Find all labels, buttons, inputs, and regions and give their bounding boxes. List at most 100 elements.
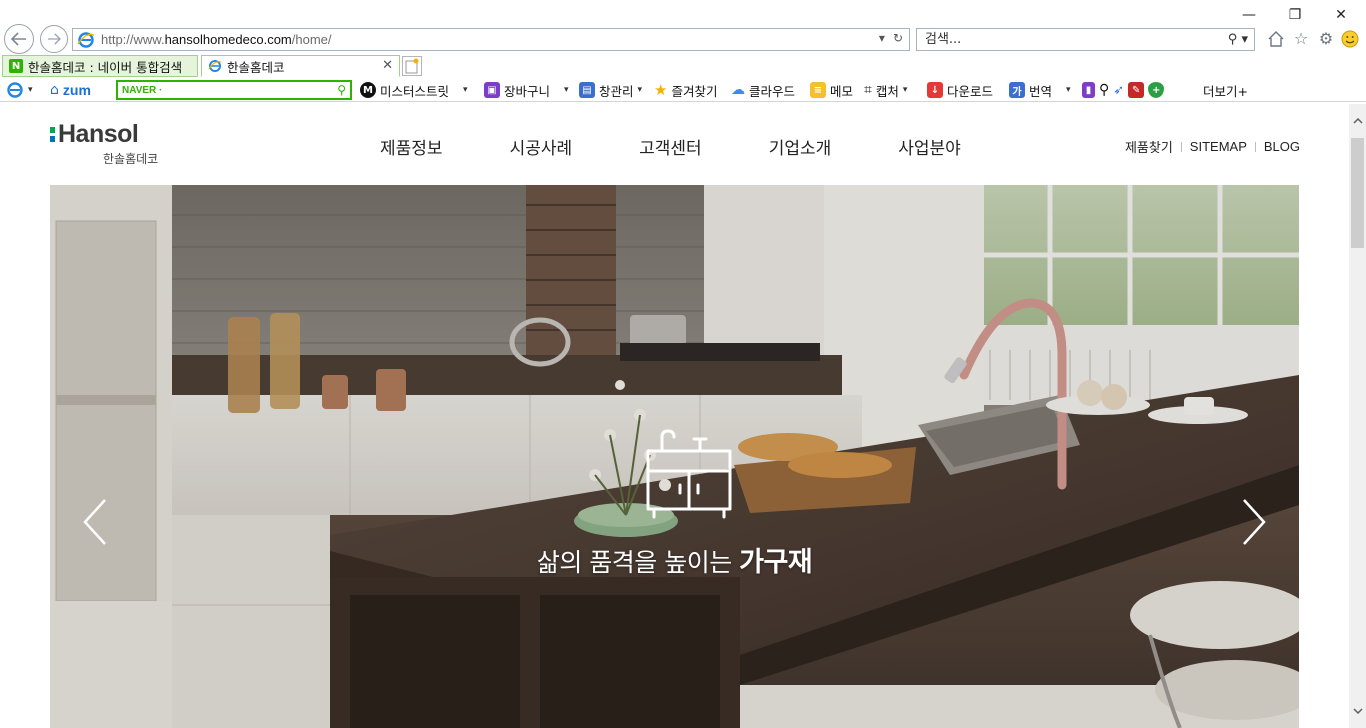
hero-caption-text: 삶의 품격을 높이는 xyxy=(536,548,740,577)
sitemap-link[interactable]: SITEMAP xyxy=(1190,139,1247,154)
close-window-button[interactable]: ✕ xyxy=(1318,4,1364,26)
tab-hansol-homedeco[interactable]: 한솔홈데코 ✕ xyxy=(201,55,400,77)
hansol-logo[interactable]: Hansol 한솔홈데코 xyxy=(50,120,158,167)
bookmark-icon[interactable]: ▮ xyxy=(1082,82,1095,98)
cart-icon: ▣ xyxy=(484,82,500,98)
caret-icon: ▾ xyxy=(463,85,468,95)
toolbar-item-more[interactable]: 더보기+ xyxy=(1203,80,1248,100)
nav-item-products[interactable]: 제품정보 xyxy=(380,134,443,159)
chevron-down-icon xyxy=(1352,708,1363,714)
crop-icon: ⌗ xyxy=(864,82,872,98)
smiley-feedback-icon[interactable] xyxy=(1341,30,1359,48)
back-button[interactable] xyxy=(4,24,34,54)
star-icon: ★ xyxy=(654,81,668,99)
gear-icon[interactable]: ⚙ xyxy=(1317,30,1335,48)
toolbar-label: 번역 xyxy=(1029,83,1053,99)
naver-label: NAVER · xyxy=(122,84,163,96)
ie-menu-button[interactable]: ▾ xyxy=(6,80,33,100)
logo-wordmark: Hansol xyxy=(50,120,158,149)
toolbar-label: 캡처 xyxy=(875,83,899,99)
divider xyxy=(1254,141,1256,152)
nav-item-business[interactable]: 사업분야 xyxy=(898,134,961,159)
scroll-down-button[interactable] xyxy=(1349,694,1366,728)
ie-logo-icon xyxy=(7,82,23,98)
cloud-icon: ☁ xyxy=(731,82,745,98)
caret-icon: ▾ xyxy=(1066,85,1071,95)
refresh-icon[interactable]: ↻ xyxy=(893,31,903,45)
logo-subtitle: 한솔홈데코 xyxy=(103,152,159,166)
toolbar-item-download[interactable]: ↓ 다운로드 xyxy=(927,80,993,100)
toolbar-item-mrstreet[interactable]: M 미스터스트릿 ▾ xyxy=(360,80,468,100)
close-tab-icon[interactable]: ✕ xyxy=(382,58,393,73)
chevron-left-icon xyxy=(83,499,106,545)
naver-favicon-icon: N xyxy=(9,59,23,73)
toolbar-item-translate[interactable]: 가 번역 ▾ xyxy=(1009,80,1071,100)
naver-search-icon[interactable]: ⚲ xyxy=(337,83,346,97)
url-suffix: /home/ xyxy=(291,32,332,47)
toolbar-item-capture[interactable]: ⌗ 캡처 ▾ xyxy=(864,80,907,100)
search-bar[interactable]: 검색... ⚲ ▾ xyxy=(916,28,1255,51)
toolbar-item-cart[interactable]: ▣ 장바구니 ▾ xyxy=(484,80,569,100)
toolbar-item-window-manager[interactable]: ▤ 창관리 ▾ xyxy=(579,80,642,100)
shield-icon[interactable]: + xyxy=(1148,82,1165,98)
restore-button[interactable]: ❐ xyxy=(1272,4,1318,26)
logo-mark-icon xyxy=(50,127,55,142)
window-icon: ▤ xyxy=(579,82,595,98)
caret-icon: ▾ xyxy=(28,85,33,95)
zum-logo: zum xyxy=(62,82,91,98)
toolbar-item-favorites[interactable]: ★ 즐겨찾기 xyxy=(654,80,717,100)
url-text: http://www.hansolhomedeco.com/home/ xyxy=(101,32,332,47)
rocket-icon[interactable]: ➶ xyxy=(1113,83,1124,98)
address-tools: ▾ ↻ xyxy=(879,31,903,45)
nav-item-company[interactable]: 기업소개 xyxy=(769,134,832,159)
main-navigation: 제품정보 시공사례 고객센터 기업소개 사업분야 xyxy=(380,134,1028,159)
search-dropdown-icon[interactable]: ▾ xyxy=(1241,32,1248,47)
translate-icon: 가 xyxy=(1009,82,1025,98)
memo-icon: ≡ xyxy=(810,82,826,98)
home-icon[interactable] xyxy=(1267,30,1285,48)
magnifier-icon[interactable]: ⚲ xyxy=(1099,82,1109,98)
caret-icon: ▾ xyxy=(564,85,569,95)
divider xyxy=(1180,141,1182,152)
new-tab-button[interactable] xyxy=(402,56,422,76)
toolbar-label: 클라우드 xyxy=(749,83,796,99)
back-arrow-icon xyxy=(11,32,26,46)
new-tab-icon xyxy=(405,58,419,74)
tab-label: 한솔홈데코 xyxy=(227,59,285,75)
url-prefix: http://www. xyxy=(101,32,165,47)
forward-button[interactable] xyxy=(40,25,68,53)
nav-item-cases[interactable]: 시공사례 xyxy=(510,134,573,159)
ie-favicon-icon xyxy=(208,59,222,73)
tab-naver-search[interactable]: N 한솔홈데코 : 네이버 통합검색 xyxy=(2,55,198,77)
scroll-thumb[interactable] xyxy=(1351,138,1364,248)
url-domain: hansolhomedeco.com xyxy=(164,32,292,47)
caret-icon: ▾ xyxy=(637,85,643,95)
toolbar-label: 다운로드 xyxy=(947,83,994,99)
pen-icon[interactable]: ✎ xyxy=(1128,82,1145,98)
nav-item-customer-center[interactable]: 고객센터 xyxy=(639,134,702,159)
vertical-scrollbar[interactable] xyxy=(1349,104,1366,728)
blog-link[interactable]: BLOG xyxy=(1264,139,1300,154)
dropdown-caret-icon[interactable]: ▾ xyxy=(879,31,885,45)
toolbar-item-cloud[interactable]: ☁ 클라우드 xyxy=(731,80,795,100)
toolbar-item-memo[interactable]: ≡ 메모 xyxy=(810,80,853,100)
tab-label: 한솔홈데코 : 네이버 통합검색 xyxy=(28,59,183,75)
hero-caption: 삶의 품격을 높이는 가구재 xyxy=(50,540,1299,579)
slider-prev-button[interactable] xyxy=(78,497,112,547)
toolbar-label: 더보기+ xyxy=(1203,83,1248,99)
naver-search-box[interactable]: NAVER · ⚲ xyxy=(116,80,352,100)
toolbar-label: 창관리 xyxy=(599,83,634,99)
hero-slider: 삶의 품격을 높이는 가구재 xyxy=(50,185,1299,728)
zum-button[interactable]: ⌂ zum xyxy=(50,80,91,100)
product-finder-link[interactable]: 제품찾기 xyxy=(1125,137,1173,156)
search-icon[interactable]: ⚲ xyxy=(1228,32,1238,47)
logo-text: Hansol xyxy=(58,120,139,148)
address-bar[interactable]: http://www.hansolhomedeco.com/home/ ▾ ↻ xyxy=(72,28,910,51)
hero-caption-highlight: 가구재 xyxy=(739,547,813,578)
utility-links: 제품찾기 SITEMAP BLOG xyxy=(1125,137,1300,156)
scroll-up-button[interactable] xyxy=(1349,104,1366,138)
search-placeholder: 검색... xyxy=(925,32,962,47)
favorites-star-icon[interactable]: ☆ xyxy=(1292,30,1310,48)
minimize-button[interactable]: — xyxy=(1226,4,1272,26)
slider-next-button[interactable] xyxy=(1237,497,1271,547)
